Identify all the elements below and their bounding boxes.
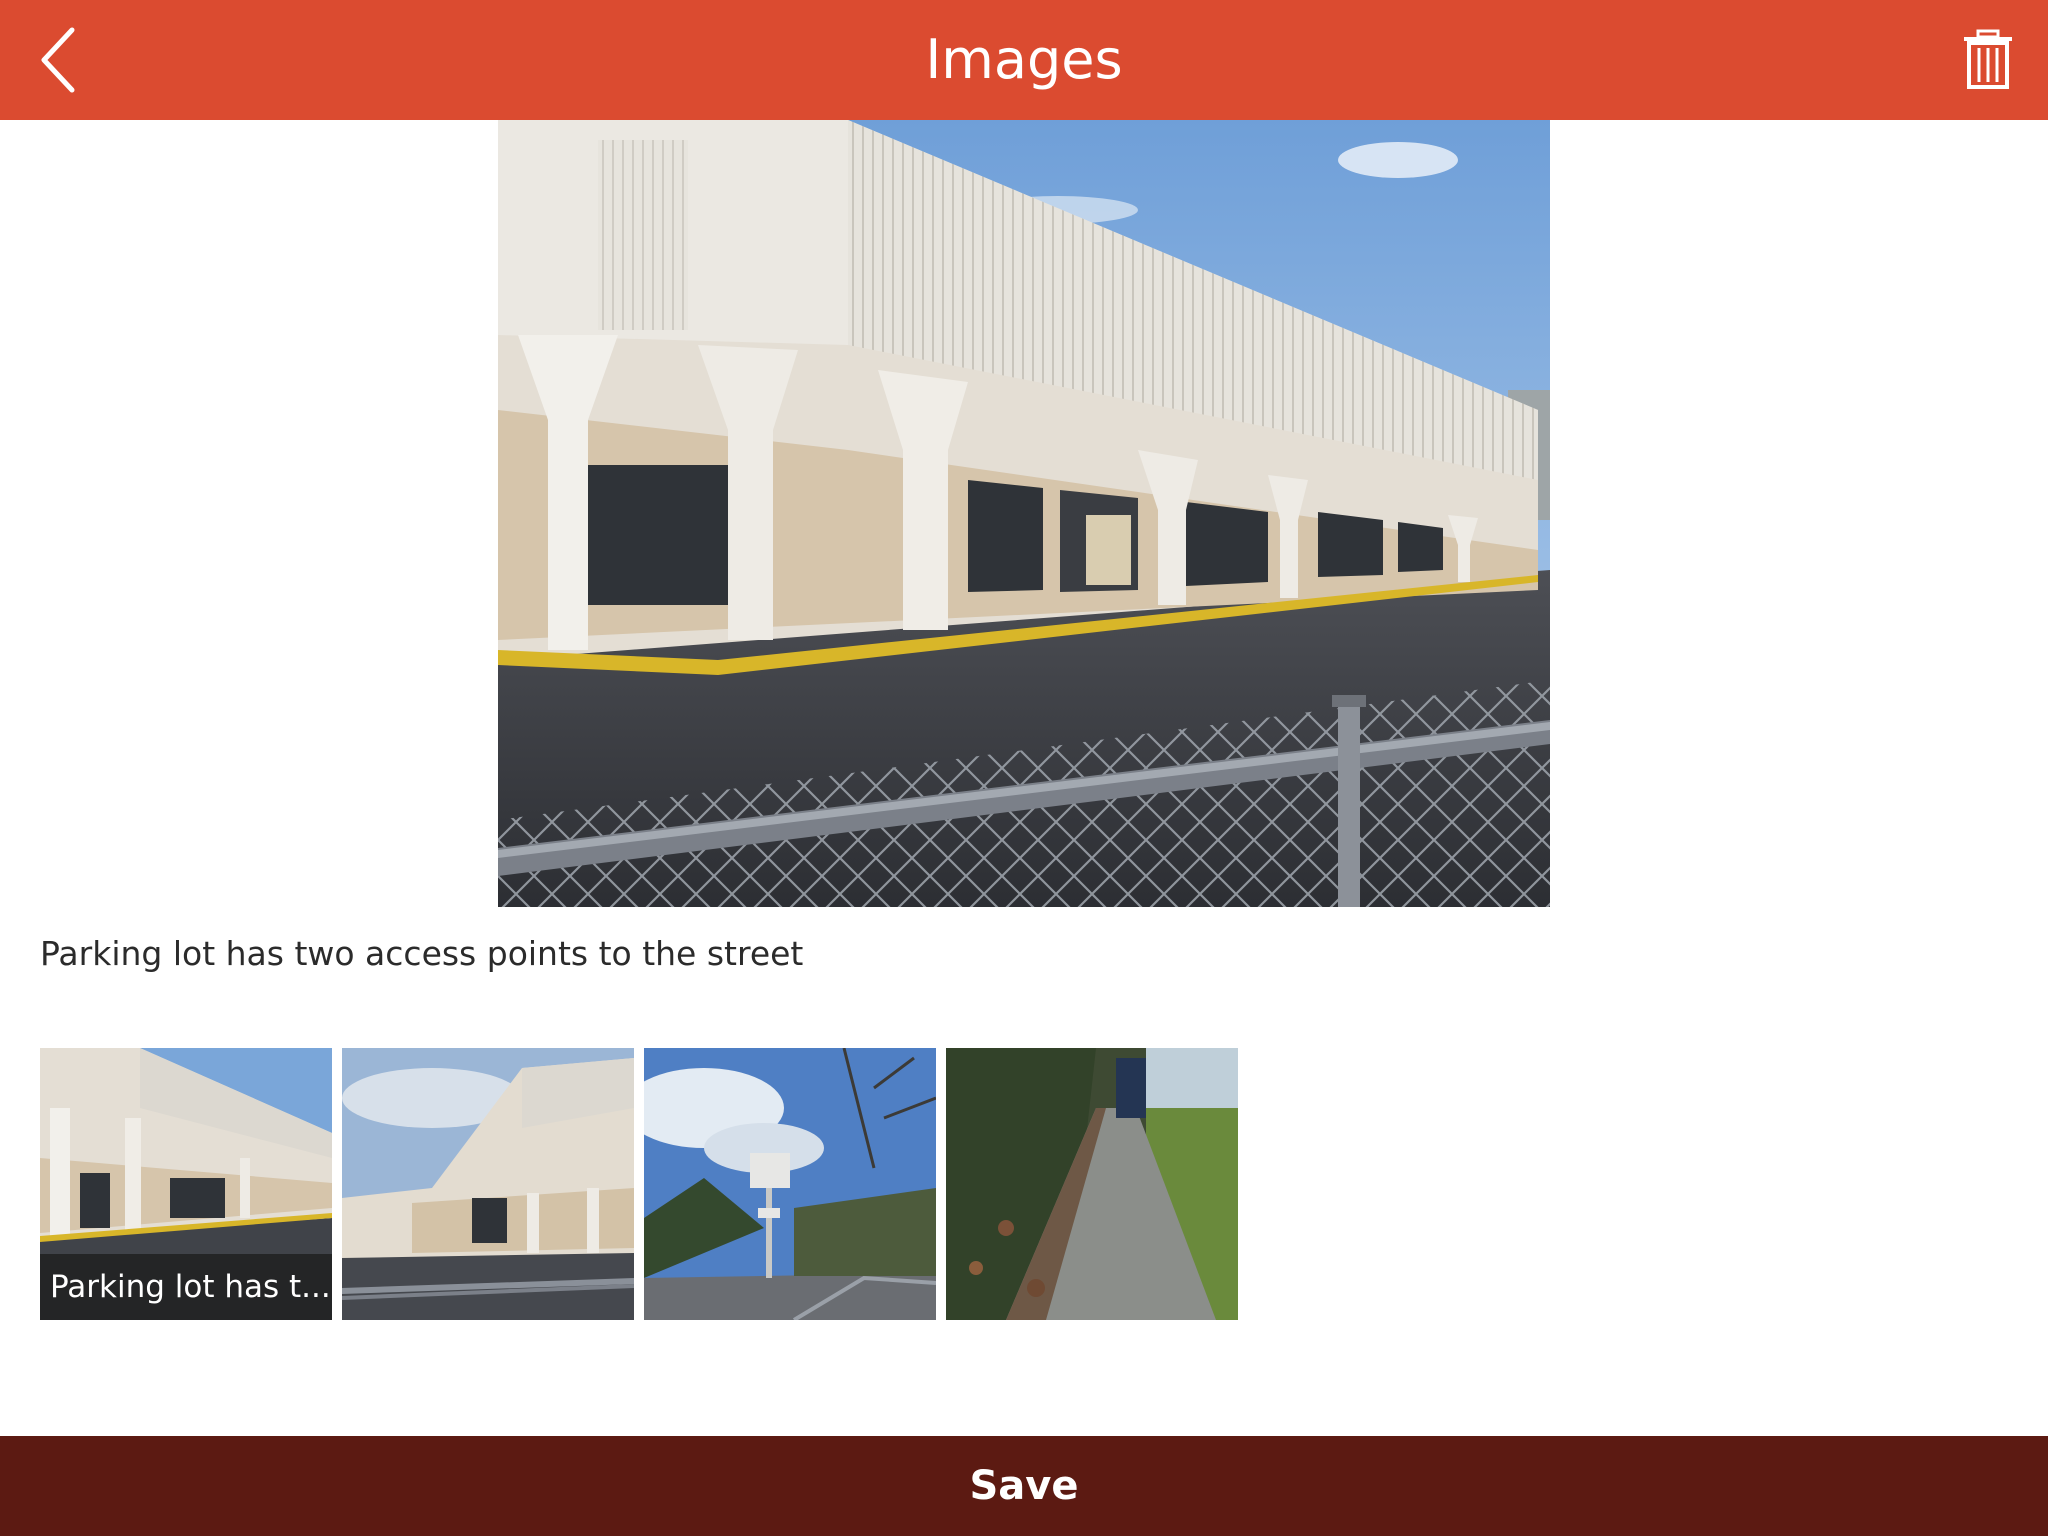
- thumbnail-2[interactable]: [342, 1048, 634, 1320]
- thumbnail-2-photo: [342, 1048, 634, 1320]
- save-button[interactable]: Save: [0, 1436, 2048, 1536]
- thumbnail-1[interactable]: Parking lot has t...: [40, 1048, 332, 1320]
- app-header: Images: [0, 0, 2048, 120]
- thumbnail-strip: Parking lot has t...: [40, 1048, 1240, 1320]
- thumbnail-4[interactable]: [946, 1048, 1238, 1320]
- page-title: Images: [925, 28, 1123, 91]
- delete-button[interactable]: [1956, 28, 2020, 92]
- thumbnail-3[interactable]: [644, 1048, 936, 1320]
- main-photo[interactable]: [498, 120, 1550, 907]
- trash-icon: [1964, 29, 2012, 89]
- thumbnail-4-photo: [946, 1048, 1238, 1320]
- thumbnail-1-caption: Parking lot has t...: [40, 1254, 332, 1320]
- thumbnail-3-photo: [644, 1048, 936, 1320]
- image-caption[interactable]: Parking lot has two access points to the…: [40, 930, 1940, 978]
